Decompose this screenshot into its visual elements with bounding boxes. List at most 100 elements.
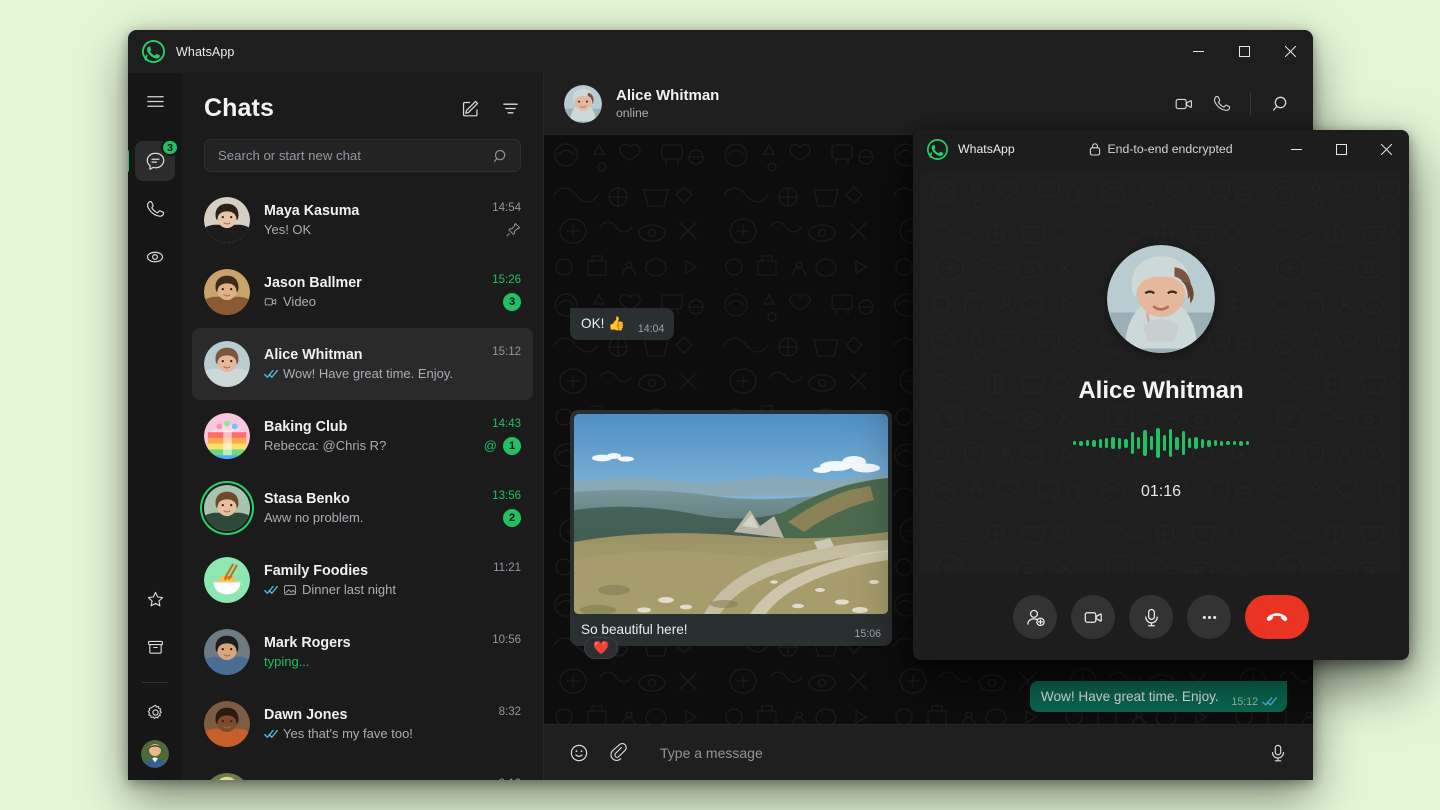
chat-list-item[interactable]: Ziggy Woodley 8:12 (192, 760, 533, 780)
add-person-icon[interactable] (1013, 595, 1057, 639)
chat-item-preview-text: Dinner last night (302, 582, 396, 597)
video-icon (264, 295, 278, 309)
chat-item-preview: Video (264, 294, 471, 309)
more-dots-icon[interactable] (1187, 595, 1231, 639)
message-image-thumbnail[interactable] (574, 414, 888, 614)
waveform-bar (1131, 432, 1134, 454)
message-reaction[interactable]: ❤️ (584, 637, 618, 659)
rail-divider (142, 682, 168, 683)
chat-list-item[interactable]: Alice Whitman Wow! Have great time. Enjo… (192, 328, 533, 400)
lock-icon (1089, 142, 1101, 156)
waveform-bar (1239, 441, 1242, 446)
message-text: OK! 👍 (581, 316, 625, 331)
conversation-header-text: Alice Whitman online (616, 87, 719, 120)
call-window-controls (1274, 130, 1409, 168)
conversation-status: online (616, 106, 719, 120)
rail-item-chats[interactable]: 3 (135, 141, 175, 181)
filter-chats-button[interactable] (493, 91, 527, 125)
chat-item-text: Mark Rogers typing... (264, 635, 471, 669)
contact-avatar (204, 485, 250, 531)
chat-item-time: 15:12 (492, 346, 521, 358)
search-box[interactable] (204, 139, 521, 172)
waveform-bar (1111, 437, 1114, 449)
search-in-chat-icon[interactable] (1263, 87, 1297, 121)
chat-item-name: Mark Rogers (264, 635, 471, 651)
waveform-bar (1086, 440, 1089, 446)
chat-item-text: Baking Club Rebecca: @Chris R? (264, 419, 471, 453)
main-titlebar: WhatsApp (128, 30, 1313, 73)
conversation-actions (1167, 87, 1297, 121)
waveform-bar (1201, 439, 1204, 448)
chat-item-preview: Aww no problem. (264, 510, 471, 525)
chat-item-name: Stasa Benko (264, 491, 471, 507)
conversation-header: Alice Whitman online (544, 73, 1313, 135)
message-input[interactable] (660, 745, 1255, 761)
emoji-icon[interactable] (562, 736, 596, 770)
chat-item-time: 8:12 (499, 778, 521, 781)
mention-icon: @ (484, 439, 497, 452)
message-bubble-ok[interactable]: OK! 👍 14:04 (570, 308, 674, 339)
message-bubble-image[interactable]: So beautiful here! 15:06 (570, 410, 892, 646)
chats-unread-badge: 3 (161, 139, 179, 156)
rail-item-archived[interactable] (135, 627, 175, 667)
chat-list[interactable]: Maya Kasuma Yes! OK 14:54 J (182, 182, 543, 780)
search-input[interactable] (218, 148, 493, 163)
waveform-bar (1246, 441, 1249, 445)
menu-button[interactable] (135, 81, 175, 121)
chat-item-text: Alice Whitman Wow! Have great time. Enjo… (264, 347, 471, 381)
call-minimize-button[interactable] (1274, 130, 1319, 168)
end-call-icon[interactable] (1245, 595, 1309, 639)
chat-list-item[interactable]: Stasa Benko Aww no problem. 13:56 2 (192, 472, 533, 544)
message-bubble-outgoing[interactable]: Wow! Have great time. Enjoy. 15:12 (1030, 681, 1287, 712)
microphone-icon[interactable] (1129, 595, 1173, 639)
contact-avatar (204, 773, 250, 780)
call-controls-bar (913, 574, 1409, 660)
chat-list-item[interactable]: Maya Kasuma Yes! OK 14:54 (192, 184, 533, 256)
chat-item-preview-text: Yes that's my fave too! (283, 726, 413, 741)
microphone-icon[interactable] (1261, 736, 1295, 770)
chat-item-preview-text: typing... (264, 654, 310, 669)
conversation-avatar[interactable] (564, 85, 602, 123)
chat-item-meta: 15:26 3 (479, 274, 521, 311)
read-receipt-icon (1262, 696, 1277, 707)
chat-item-time: 11:21 (493, 562, 521, 574)
waveform-bar (1175, 437, 1178, 450)
chat-item-time: 14:43 (492, 418, 521, 430)
maximize-button[interactable] (1221, 30, 1267, 73)
chat-item-time: 8:32 (499, 706, 521, 718)
call-contact-avatar (1107, 245, 1215, 353)
call-window: WhatsApp End-to-end endcrypted (913, 130, 1409, 660)
new-chat-button[interactable] (453, 91, 487, 125)
chat-item-meta: 14:43 @ 1 (479, 418, 521, 455)
search-wrapper (182, 131, 543, 182)
rail-item-status[interactable] (135, 237, 175, 277)
call-duration: 01:16 (1141, 483, 1181, 501)
search-icon (493, 148, 509, 164)
toggle-video-icon[interactable] (1071, 595, 1115, 639)
chat-item-preview: Yes! OK (264, 222, 471, 237)
conversation-contact-name: Alice Whitman (616, 87, 719, 104)
rail-item-starred[interactable] (135, 579, 175, 619)
chat-list-item[interactable]: Jason Ballmer Video 15:26 3 (192, 256, 533, 328)
chat-item-text: Maya Kasuma Yes! OK (264, 203, 471, 237)
chat-list-item[interactable]: Dawn Jones Yes that's my fave too! 8:32 (192, 688, 533, 760)
call-close-button[interactable] (1364, 130, 1409, 168)
chat-list-item[interactable]: Baking Club Rebecca: @Chris R? 14:43 @ 1 (192, 400, 533, 472)
voice-call-icon[interactable] (1204, 87, 1238, 121)
chat-item-preview-text: Wow! Have great time. Enjoy. (283, 366, 453, 381)
video-call-icon[interactable] (1167, 87, 1201, 121)
chat-item-text: Dawn Jones Yes that's my fave too! (264, 707, 471, 741)
call-maximize-button[interactable] (1319, 130, 1364, 168)
minimize-button[interactable] (1175, 30, 1221, 73)
close-button[interactable] (1267, 30, 1313, 73)
profile-avatar[interactable] (141, 740, 169, 768)
attach-icon[interactable] (602, 736, 636, 770)
call-titlebar: WhatsApp End-to-end endcrypted (913, 130, 1409, 168)
rail-item-settings[interactable] (135, 692, 175, 732)
chat-item-preview: Rebecca: @Chris R? (264, 438, 471, 453)
read-receipt-icon (264, 585, 278, 595)
chat-list-item[interactable]: Family Foodies Dinner last night 11:21 (192, 544, 533, 616)
rail-item-calls[interactable] (135, 189, 175, 229)
chat-list-item[interactable]: Mark Rogers typing... 10:56 (192, 616, 533, 688)
waveform-bar (1137, 437, 1140, 449)
